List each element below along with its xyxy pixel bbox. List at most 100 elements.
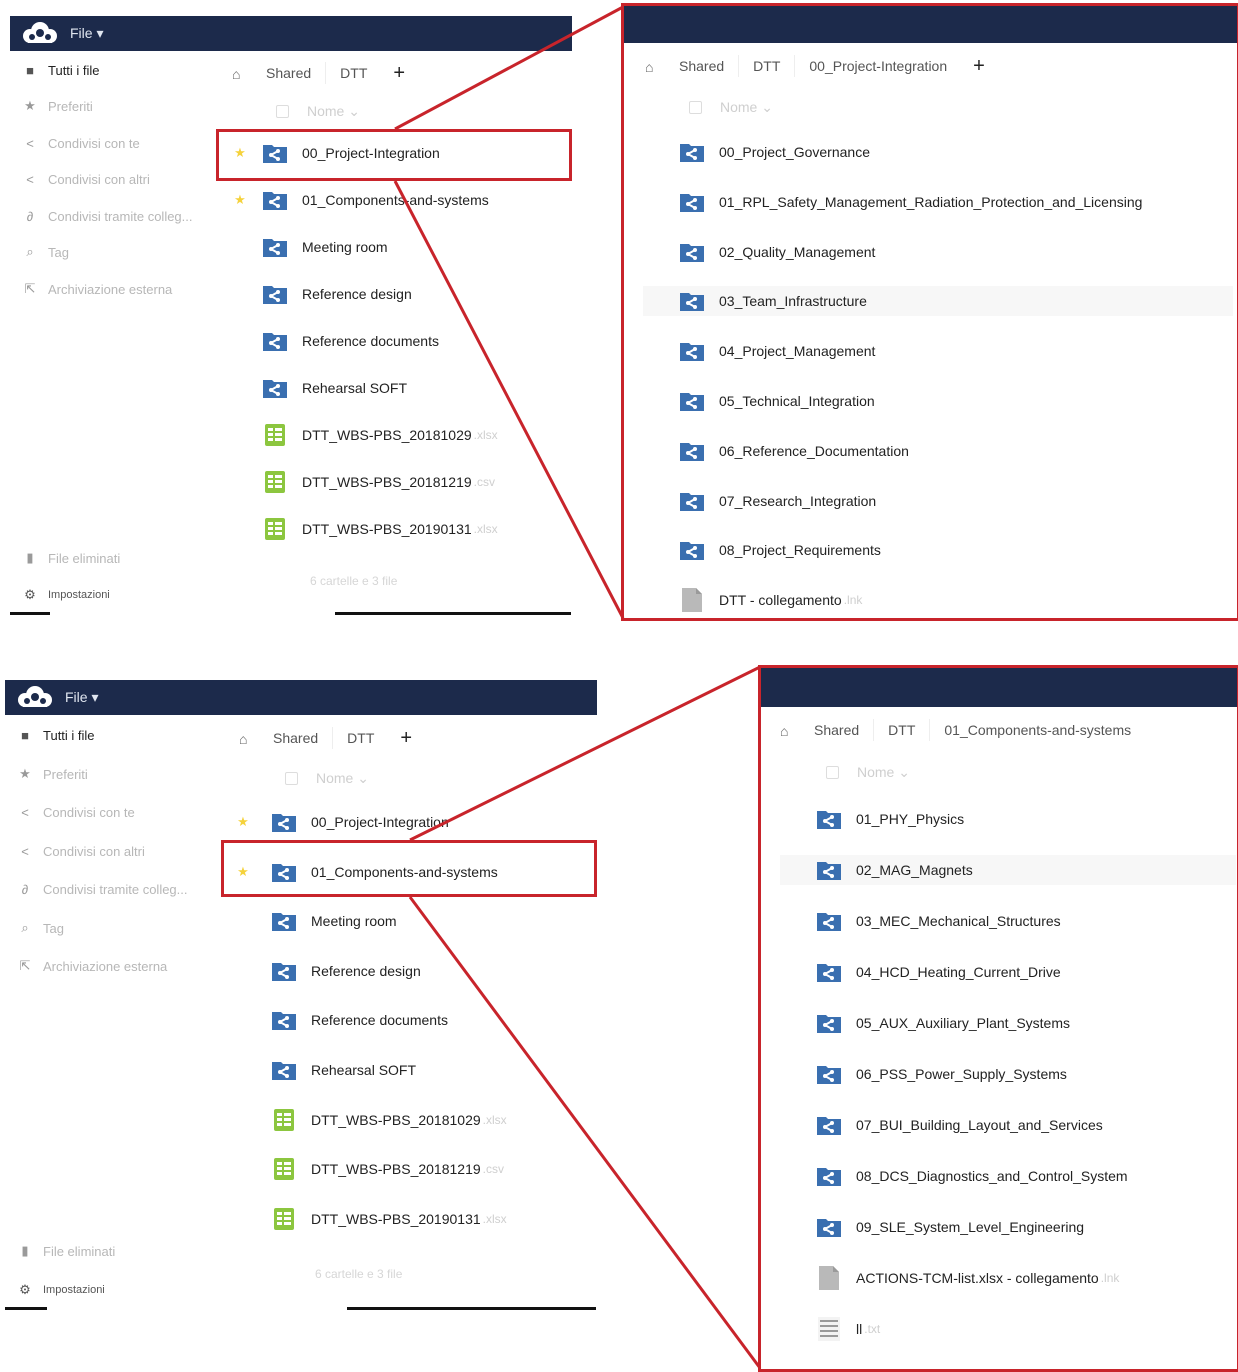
file-name[interactable]: Meeting room [302, 239, 388, 255]
sidebar-item-shared-by-link[interactable]: ∂ Condivisi tramite colleg... [10, 204, 193, 228]
sidebar-item-label: Tag [48, 244, 69, 260]
sidebar-item-label: Archiviazione esterna [43, 958, 168, 974]
zoom-highlight-frame [758, 665, 1238, 1372]
sidebar-item-external-storage[interactable]: ⇱ Archiviazione esterna [5, 954, 168, 978]
file-name[interactable]: Rehearsal SOFT [311, 1062, 416, 1078]
file-name[interactable]: DTT_WBS-PBS_20190131 [302, 521, 472, 537]
file-row-dtt-wbs-pbs-20181029[interactable]: DTT_WBS-PBS_20181029 .xlsx [232, 420, 562, 450]
breadcrumb: ⌂ Shared DTT + [239, 727, 412, 749]
file-row-reference-design[interactable]: Reference design [235, 956, 590, 986]
breadcrumb-shared[interactable]: Shared [266, 65, 311, 81]
app-menu[interactable]: File ▾ [20, 21, 103, 45]
select-all-checkbox[interactable] [276, 105, 289, 118]
external-storage-icon: ⇱ [24, 281, 36, 296]
sidebar-item-deleted-files[interactable]: ▮ File eliminati [10, 546, 120, 570]
file-row-dtt-wbs-pbs-20190131[interactable]: DTT_WBS-PBS_20190131 .xlsx [232, 514, 562, 544]
file-name[interactable]: Reference documents [311, 1012, 448, 1028]
spreadsheet-icon [262, 518, 288, 540]
selection-highlight [216, 129, 572, 181]
sidebar-item-external-storage[interactable]: ⇱ Archiviazione esterna [10, 277, 173, 301]
sidebar-item-label: File eliminati [43, 1243, 116, 1259]
sidebar-item-settings[interactable]: ⚙ Impostazioni [5, 1278, 105, 1302]
sidebar-item-shared-with-others[interactable]: < Condivisi con altri [5, 839, 145, 863]
scrollbar[interactable] [347, 1307, 596, 1310]
sidebar-item-label: Condivisi tramite colleg... [43, 881, 188, 897]
zoom-highlight-frame [621, 3, 1238, 621]
file-row-reference-design[interactable]: Reference design [232, 279, 562, 309]
file-name[interactable]: DTT_WBS-PBS_20181219 [302, 474, 472, 490]
sidebar-item-shared-with-you[interactable]: < Condivisi con te [10, 131, 140, 155]
sidebar-item-shared-with-others[interactable]: < Condivisi con altri [10, 167, 150, 191]
home-icon[interactable]: ⌂ [232, 66, 246, 82]
scrollbar[interactable] [335, 612, 571, 615]
sidebar-item-settings[interactable]: ⚙ Impostazioni [10, 583, 110, 607]
file-row-dtt-wbs-pbs-20181219[interactable]: DTT_WBS-PBS_20181219 .csv [232, 467, 562, 497]
file-summary: 6 cartelle e 3 file [310, 574, 398, 588]
cloud-logo-icon [23, 22, 57, 43]
file-row-reference-documents[interactable]: Reference documents [235, 1005, 590, 1035]
breadcrumb-separator [332, 727, 334, 749]
file-row-meeting-room[interactable]: Meeting room [232, 232, 562, 262]
favorite-star-icon[interactable]: ★ [232, 192, 248, 208]
file-row-rehearsal-soft[interactable]: Rehearsal SOFT [232, 373, 562, 403]
file-row-meeting-room[interactable]: Meeting room [235, 906, 590, 936]
file-row-dtt-wbs-pbs-20181029[interactable]: DTT_WBS-PBS_20181029 .xlsx [235, 1105, 590, 1135]
file-row-reference-documents[interactable]: Reference documents [232, 326, 562, 356]
share-icon: < [21, 804, 29, 820]
select-all-checkbox[interactable] [285, 772, 298, 785]
spreadsheet-icon [271, 1158, 297, 1181]
sidebar-item-tags[interactable]: ⌕ Tag [10, 240, 69, 264]
app-menu-label: File ▾ [65, 688, 99, 705]
sidebar-item-tags[interactable]: ⌕ Tag [5, 916, 64, 940]
sidebar-item-label: Impostazioni [48, 589, 110, 601]
file-name[interactable]: DTT_WBS-PBS_20181029 [311, 1112, 481, 1128]
home-icon[interactable]: ⌂ [239, 731, 253, 747]
shared-folder-icon [262, 236, 288, 258]
file-name[interactable]: Rehearsal SOFT [302, 380, 407, 396]
sidebar-item-all-files[interactable]: ■ Tutti i file [5, 723, 94, 747]
new-button[interactable]: + [400, 728, 412, 748]
new-button[interactable]: + [393, 63, 405, 83]
file-row-dtt-wbs-pbs-20190131[interactable]: DTT_WBS-PBS_20190131 .xlsx [235, 1204, 590, 1234]
column-header[interactable]: Nome ⌄ [285, 770, 369, 787]
file-name[interactable]: Reference documents [302, 333, 439, 349]
file-name[interactable]: DTT_WBS-PBS_20181029 [302, 427, 472, 443]
sidebar-item-favorites[interactable]: ★ Preferiti [5, 762, 88, 786]
file-name[interactable]: 00_Project-Integration [311, 814, 449, 830]
breadcrumb-shared[interactable]: Shared [273, 730, 318, 746]
file-name[interactable]: 01_Components-and-systems [302, 192, 489, 208]
sidebar-item-label: Condivisi con te [43, 804, 135, 820]
selection-highlight [221, 840, 597, 897]
sidebar-item-shared-with-you[interactable]: < Condivisi con te [5, 800, 135, 824]
shared-folder-icon [271, 1009, 297, 1031]
file-manager-panel-2: File ▾ ■ Tutti i file ★ Preferiti < Condivi… [5, 680, 597, 1312]
gear-icon: ⚙ [24, 587, 36, 602]
file-name[interactable]: DTT_WBS-PBS_20181219 [311, 1161, 481, 1177]
sidebar-item-all-files[interactable]: ■ Tutti i file [10, 58, 99, 82]
sidebar-item-shared-by-link[interactable]: ∂ Condivisi tramite colleg... [5, 877, 188, 901]
scrollbar[interactable] [10, 612, 50, 615]
shared-folder-icon [262, 377, 288, 399]
file-name[interactable]: Reference design [311, 963, 421, 979]
file-name[interactable]: Meeting room [311, 913, 397, 929]
trash-icon: ▮ [21, 1243, 29, 1258]
file-row-00-project-integration[interactable]: ★ 00_Project-Integration [235, 807, 590, 837]
sidebar-item-label: Archiviazione esterna [48, 281, 173, 297]
app-menu[interactable]: File ▾ [15, 685, 98, 709]
file-row-01-components-and-systems[interactable]: ★ 01_Components-and-systems [232, 185, 562, 215]
file-name[interactable]: DTT_WBS-PBS_20190131 [311, 1211, 481, 1227]
file-row-rehearsal-soft[interactable]: Rehearsal SOFT [235, 1055, 590, 1085]
sidebar-item-favorites[interactable]: ★ Preferiti [10, 94, 93, 118]
file-row-dtt-wbs-pbs-20181219[interactable]: DTT_WBS-PBS_20181219 .csv [235, 1154, 590, 1184]
share-icon: < [26, 171, 34, 187]
favorite-star-icon[interactable]: ★ [235, 814, 251, 830]
scrollbar[interactable] [5, 1307, 47, 1310]
breadcrumb-dtt[interactable]: DTT [340, 65, 367, 81]
sidebar-item-label: Preferiti [48, 98, 93, 114]
column-header[interactable]: Nome ⌄ [276, 103, 360, 120]
sidebar-item-deleted-files[interactable]: ▮ File eliminati [5, 1239, 115, 1263]
breadcrumb-dtt[interactable]: DTT [347, 730, 374, 746]
spreadsheet-icon [262, 471, 288, 493]
file-name[interactable]: Reference design [302, 286, 412, 302]
sidebar-item-label: File eliminati [48, 550, 121, 566]
